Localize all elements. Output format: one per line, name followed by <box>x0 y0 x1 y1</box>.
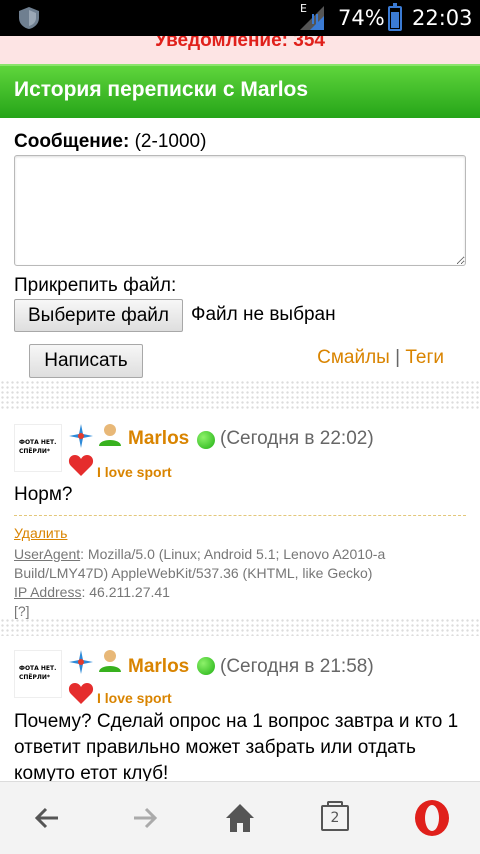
opera-icon[interactable] <box>412 798 452 838</box>
online-status-icon <box>197 657 215 675</box>
avatar[interactable]: ФОТА НЕТ. СПЁРЛИ* <box>14 424 62 472</box>
star-icon <box>69 424 93 448</box>
user-status: I love sport <box>97 690 172 706</box>
star-icon <box>69 650 93 674</box>
ip-info: IP Address: 46.211.27.41 <box>14 583 466 602</box>
ip-label: IP Address <box>14 584 82 600</box>
avatar[interactable]: ФОТА НЕТ. СПЁРЛИ* <box>14 650 62 698</box>
separator <box>14 515 466 516</box>
signal-icon <box>300 6 324 30</box>
no-file-text: Файл не выбран <box>191 304 336 325</box>
username[interactable]: Marlos <box>128 428 189 450</box>
online-status-icon <box>197 431 215 449</box>
message-item: ФОТА НЕТ. СПЁРЛИ* Marlos (Сегодня в 22:0… <box>0 412 480 632</box>
clock: 22:03 <box>412 6 473 30</box>
battery-percent: 74% <box>338 6 385 30</box>
message-label-text: Сообщение: <box>14 131 130 152</box>
browser-nav-bar: 2 <box>0 781 480 854</box>
heart-icon <box>68 455 94 476</box>
tags-link[interactable]: Теги <box>405 347 444 368</box>
ip-value: : 46.211.27.41 <box>81 584 170 600</box>
smileys-link[interactable]: Смайлы <box>317 347 390 368</box>
message-label: Сообщение: (2-1000) <box>14 131 206 153</box>
attach-label: Прикрепить файл: <box>14 275 177 296</box>
divider <box>0 380 480 410</box>
page-title: История переписки с Marlos <box>14 78 309 101</box>
delete-link[interactable]: Удалить <box>14 525 67 541</box>
username[interactable]: Marlos <box>128 656 189 678</box>
user-icon <box>99 424 121 446</box>
write-button[interactable]: Написать <box>29 344 143 378</box>
notification-text[interactable]: Уведомление: 354 <box>155 36 325 51</box>
message-textarea[interactable] <box>14 155 466 266</box>
battery-icon <box>388 3 402 31</box>
shield-icon <box>19 7 39 29</box>
user-icon <box>99 650 121 672</box>
back-arrow-icon[interactable] <box>28 798 68 838</box>
message-length-hint: (2-1000) <box>134 131 207 152</box>
user-status: I love sport <box>97 464 172 480</box>
choose-file-button[interactable]: Выберите файл <box>14 299 183 332</box>
message-item: ФОТА НЕТ. СПЁРЛИ* Marlos (Сегодня в 21:5… <box>0 638 480 781</box>
heart-icon <box>68 683 94 704</box>
form-links: Смайлы | Теги <box>317 347 444 369</box>
message-text: Почему? Сделай опрос на 1 вопрос завтра … <box>14 711 459 781</box>
page-header: История переписки с Marlos <box>0 64 480 118</box>
message-text: Норм? <box>14 484 73 505</box>
user-agent-info: UserAgent: Mozilla/5.0 (Linux; Android 5… <box>14 545 466 583</box>
home-icon[interactable] <box>220 798 260 838</box>
divider <box>0 618 480 636</box>
notification-banner[interactable]: Уведомление: 354 <box>0 36 480 64</box>
useragent-label: UserAgent <box>14 546 81 562</box>
status-bar: E 74% 22:03 <box>0 0 480 36</box>
tabs-button[interactable]: 2 <box>321 801 349 831</box>
link-separator: | <box>395 347 401 368</box>
forward-arrow-icon[interactable] <box>124 798 164 838</box>
message-time: (Сегодня в 21:58) <box>220 656 374 677</box>
message-time: (Сегодня в 22:02) <box>220 428 374 449</box>
